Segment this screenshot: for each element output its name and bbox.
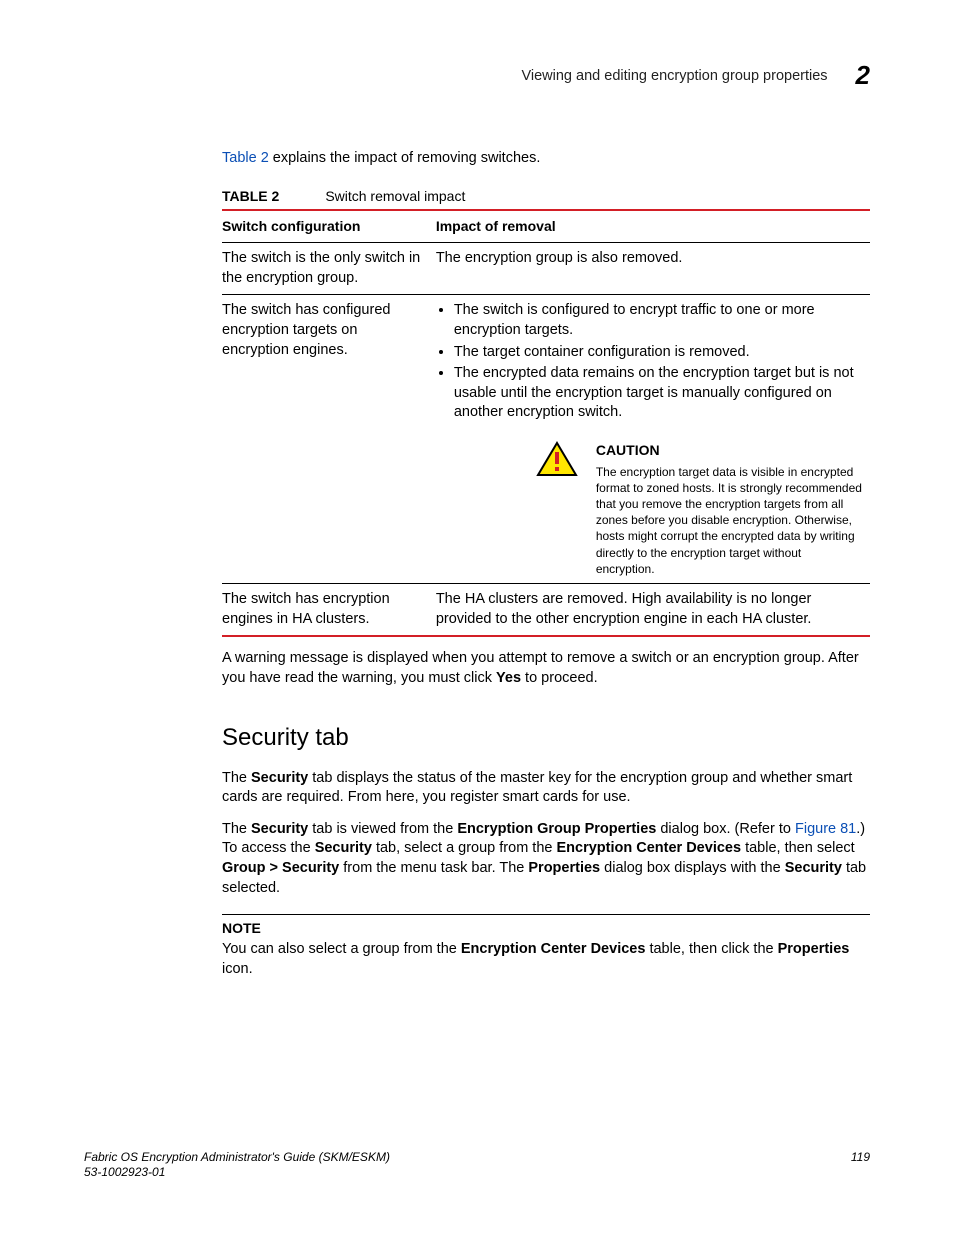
security-p2: The Security tab is viewed from the Encr… xyxy=(222,820,870,898)
caution-title: CAUTION xyxy=(596,441,862,460)
cell-impact: The encryption group is also removed. xyxy=(436,243,870,295)
impact-bullets: The switch is configured to encrypt traf… xyxy=(454,301,862,422)
note-label: NOTE xyxy=(222,919,870,938)
caution-text: CAUTION The encryption target data is vi… xyxy=(596,441,862,577)
cell-config: The switch has configured encryption tar… xyxy=(222,295,436,584)
table-caption: TABLE 2 Switch removal impact xyxy=(222,187,870,206)
intro-rest: explains the impact of removing switches… xyxy=(269,150,541,166)
part-number: 53-1002923-01 xyxy=(84,1165,165,1179)
running-header: Viewing and editing encryption group pro… xyxy=(84,60,870,91)
after-table-paragraph: A warning message is displayed when you … xyxy=(222,649,870,688)
page-footer: Fabric OS Encryption Administrator's Gui… xyxy=(84,1150,870,1181)
yes-label: Yes xyxy=(496,670,521,686)
cell-impact: The switch is configured to encrypt traf… xyxy=(436,295,870,584)
figure-81-link[interactable]: Figure 81 xyxy=(795,821,856,837)
cell-config: The switch has encryption engines in HA … xyxy=(222,584,436,637)
table-row: The switch has encryption engines in HA … xyxy=(222,584,870,637)
intro-paragraph: Table 2 explains the impact of removing … xyxy=(222,149,870,169)
table-row: The switch has configured encryption tar… xyxy=(222,295,870,584)
note-body: You can also select a group from the Enc… xyxy=(222,940,870,979)
book-title: Fabric OS Encryption Administrator's Gui… xyxy=(84,1150,390,1164)
table-title: Switch removal impact xyxy=(325,188,465,204)
col-header-impact: Impact of removal xyxy=(436,210,870,242)
caution-block: CAUTION The encryption target data is vi… xyxy=(536,441,862,577)
security-tab-heading: Security tab xyxy=(222,722,870,754)
table-2-link[interactable]: Table 2 xyxy=(222,150,269,166)
switch-removal-table: Switch configuration Impact of removal T… xyxy=(222,209,870,637)
page-number: 119 xyxy=(851,1150,870,1181)
caution-icon xyxy=(536,441,578,477)
table-header-row: Switch configuration Impact of removal xyxy=(222,210,870,242)
table-label: TABLE 2 xyxy=(222,188,279,204)
bullet: The switch is configured to encrypt traf… xyxy=(454,301,862,340)
col-header-config: Switch configuration xyxy=(222,210,436,242)
cell-config: The switch is the only switch in the enc… xyxy=(222,243,436,295)
table-row: The switch is the only switch in the enc… xyxy=(222,243,870,295)
note-block: NOTE You can also select a group from th… xyxy=(222,914,870,979)
bullet: The encrypted data remains on the encryp… xyxy=(454,364,862,423)
security-p1: The Security tab displays the status of … xyxy=(222,769,870,808)
chapter-number: 2 xyxy=(856,60,870,91)
running-title: Viewing and editing encryption group pro… xyxy=(521,68,827,84)
bullet: The target container configuration is re… xyxy=(454,343,862,363)
cell-impact: The HA clusters are removed. High availa… xyxy=(436,584,870,637)
caution-body: The encryption target data is visible in… xyxy=(596,464,862,577)
